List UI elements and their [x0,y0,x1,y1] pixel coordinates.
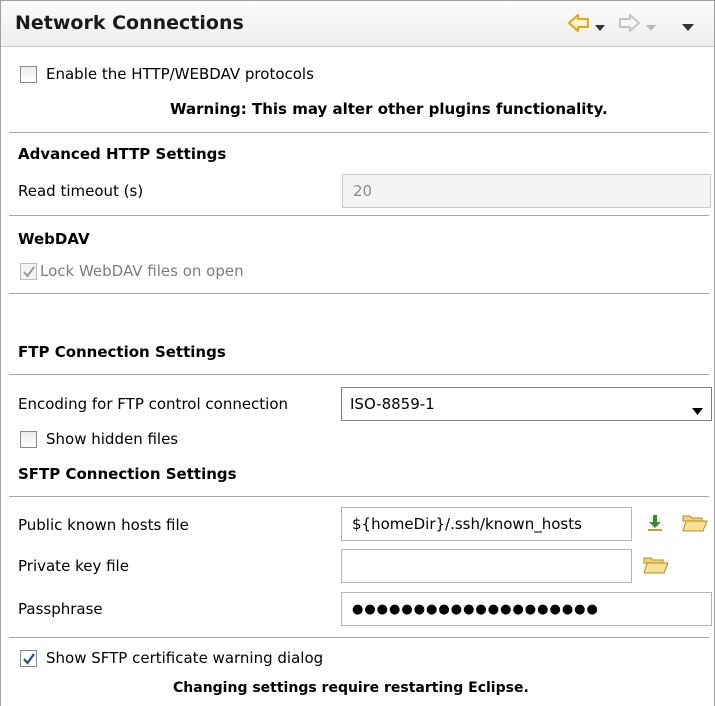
forward-arrow-icon [618,13,640,37]
show-hidden-files-label: Show hidden files [46,430,179,448]
passphrase-label: Passphrase [18,600,103,618]
separator [9,132,709,133]
folder-icon[interactable] [682,513,708,537]
separator [9,637,709,638]
private-key-field[interactable] [341,549,632,583]
back-arrow-icon[interactable] [568,13,590,37]
enable-http-checkbox[interactable] [20,66,37,83]
encoding-label: Encoding for FTP control connection [18,395,289,413]
sftp-heading: SFTP Connection Settings [18,465,237,483]
separator [9,215,709,216]
separator [9,293,709,294]
separator [9,374,709,375]
download-icon[interactable] [646,514,664,536]
cert-warning-label: Show SFTP certificate warning dialog [46,649,324,667]
encoding-value: ISO-8859-1 [350,395,435,413]
title-bar: Network Connections [1,1,714,47]
page-title: Network Connections [15,12,244,34]
ftp-heading: FTP Connection Settings [18,343,226,361]
lock-webdav-label: Lock WebDAV files on open [40,262,244,280]
passphrase-field[interactable]: ●●●●●●●●●●●●●●●●●●●● [341,592,712,626]
back-dropdown-icon[interactable] [595,18,605,36]
read-timeout-label: Read timeout (s) [18,182,144,200]
encoding-select[interactable]: ISO-8859-1 [341,387,712,421]
advanced-http-heading: Advanced HTTP Settings [18,145,227,163]
folder-icon[interactable] [643,555,669,579]
enable-http-label: Enable the HTTP/WEBDAV protocols [46,65,314,83]
show-hidden-files-checkbox[interactable] [20,431,37,448]
forward-dropdown-icon [646,18,656,36]
read-timeout-field[interactable]: 20 [342,174,711,208]
cert-warning-checkbox[interactable] [20,650,37,667]
restart-note: Changing settings require restarting Ecl… [173,680,529,696]
view-menu-icon[interactable] [682,18,694,36]
lock-webdav-checkbox[interactable] [20,263,37,280]
separator [9,496,709,497]
webdav-heading: WebDAV [18,230,90,248]
warning-text: Warning: This may alter other plugins fu… [170,100,608,118]
chevron-down-icon [692,401,703,419]
private-key-label: Private key file [18,557,129,575]
known-hosts-label: Public known hosts file [18,516,189,534]
known-hosts-field[interactable]: ${homeDir}/.ssh/known_hosts [341,507,632,541]
